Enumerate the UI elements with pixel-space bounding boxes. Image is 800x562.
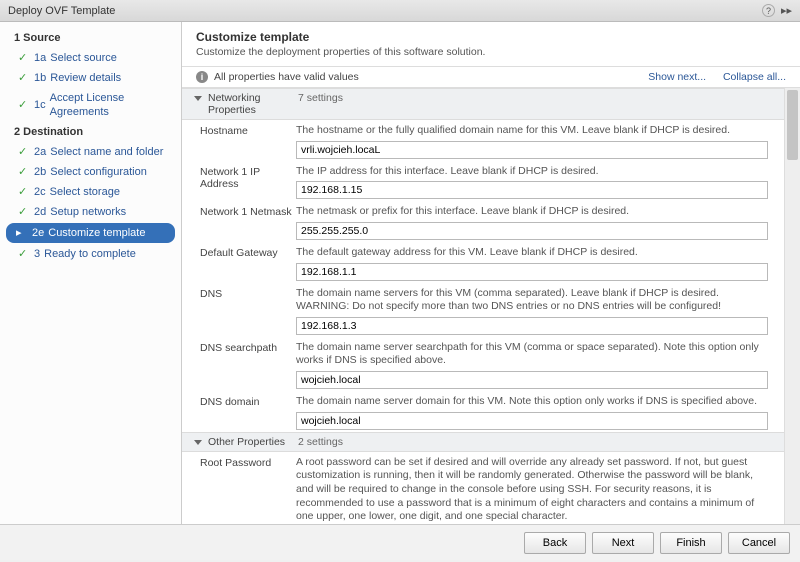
finish-button[interactable]: Finish bbox=[660, 532, 722, 554]
prop-network1-ip: Network 1 IP Address The IP address for … bbox=[182, 161, 800, 202]
show-next-link[interactable]: Show next... bbox=[648, 71, 706, 83]
cancel-button[interactable]: Cancel bbox=[728, 532, 790, 554]
vertical-scrollbar[interactable] bbox=[784, 88, 800, 524]
step-setup-networks[interactable]: ✓2dSetup networks bbox=[0, 202, 181, 222]
scrollbar-thumb[interactable] bbox=[787, 90, 798, 160]
step-select-storage[interactable]: ✓2cSelect storage bbox=[0, 182, 181, 202]
dns-input[interactable] bbox=[296, 317, 768, 335]
pin-icon[interactable]: ▸▸ bbox=[781, 4, 792, 17]
step-select-configuration[interactable]: ✓2bSelect configuration bbox=[0, 162, 181, 182]
next-button[interactable]: Next bbox=[592, 532, 654, 554]
check-icon: ✓ bbox=[18, 98, 32, 112]
back-button[interactable]: Back bbox=[524, 532, 586, 554]
prop-hostname: Hostname The hostname or the fully quali… bbox=[182, 120, 800, 161]
validation-row: i All properties have valid values Show … bbox=[182, 66, 800, 88]
step-ready-to-complete[interactable]: ✓3Ready to complete bbox=[0, 244, 181, 264]
gateway-input[interactable] bbox=[296, 263, 768, 281]
step-select-source[interactable]: ✓1aSelect source bbox=[0, 48, 181, 68]
page-title: Customize template bbox=[196, 30, 786, 44]
section-networking-properties[interactable]: Networking Properties 7 settings bbox=[182, 88, 800, 120]
step-customize-template[interactable]: ▸2eCustomize template bbox=[6, 223, 175, 243]
check-icon: ✓ bbox=[18, 247, 32, 261]
prop-dns: DNS The domain name servers for this VM … bbox=[182, 283, 800, 337]
prop-dns-searchpath: DNS searchpath The domain name server se… bbox=[182, 337, 800, 391]
step-accept-license[interactable]: ✓1cAccept License Agreements bbox=[0, 88, 181, 122]
hostname-input[interactable] bbox=[296, 141, 768, 159]
step-group-destination: 2 Destination bbox=[0, 122, 181, 142]
prop-default-gateway: Default Gateway The default gateway addr… bbox=[182, 242, 800, 283]
info-icon: i bbox=[196, 71, 208, 83]
collapse-all-link[interactable]: Collapse all... bbox=[723, 71, 786, 83]
check-icon: ✓ bbox=[18, 145, 32, 159]
step-group-source: 1 Source bbox=[0, 28, 181, 48]
check-icon: ✓ bbox=[18, 51, 32, 65]
form-scroll-area: Networking Properties 7 settings Hostnam… bbox=[182, 88, 800, 524]
ip-input[interactable] bbox=[296, 181, 768, 199]
prop-network1-netmask: Network 1 Netmask The netmask or prefix … bbox=[182, 201, 800, 242]
prop-root-password: Root Password A root password can be set… bbox=[182, 452, 800, 524]
collapse-icon bbox=[194, 440, 202, 445]
help-icon[interactable]: ? bbox=[762, 4, 775, 17]
validation-message: All properties have valid values bbox=[214, 71, 359, 83]
netmask-input[interactable] bbox=[296, 222, 768, 240]
prop-dns-domain: DNS domain The domain name server domain… bbox=[182, 391, 800, 432]
section-other-properties[interactable]: Other Properties 2 settings bbox=[182, 432, 800, 452]
page-subtitle: Customize the deployment properties of t… bbox=[196, 46, 786, 58]
collapse-icon bbox=[194, 96, 202, 101]
wizard-footer: Back Next Finish Cancel bbox=[0, 524, 800, 560]
step-review-details[interactable]: ✓1bReview details bbox=[0, 68, 181, 88]
titlebar: Deploy OVF Template ? ▸▸ bbox=[0, 0, 800, 22]
searchpath-input[interactable] bbox=[296, 371, 768, 389]
wizard-steps-sidebar: 1 Source ✓1aSelect source ✓1bReview deta… bbox=[0, 22, 182, 524]
window-title: Deploy OVF Template bbox=[8, 5, 115, 17]
check-icon: ✓ bbox=[18, 205, 32, 219]
dnsdomain-input[interactable] bbox=[296, 412, 768, 430]
check-icon: ✓ bbox=[18, 185, 32, 199]
step-select-name-folder[interactable]: ✓2aSelect name and folder bbox=[0, 142, 181, 162]
main-header: Customize template Customize the deploym… bbox=[182, 22, 800, 62]
check-icon: ✓ bbox=[18, 165, 32, 179]
check-icon: ✓ bbox=[18, 71, 32, 85]
chevron-right-icon: ▸ bbox=[16, 226, 30, 240]
